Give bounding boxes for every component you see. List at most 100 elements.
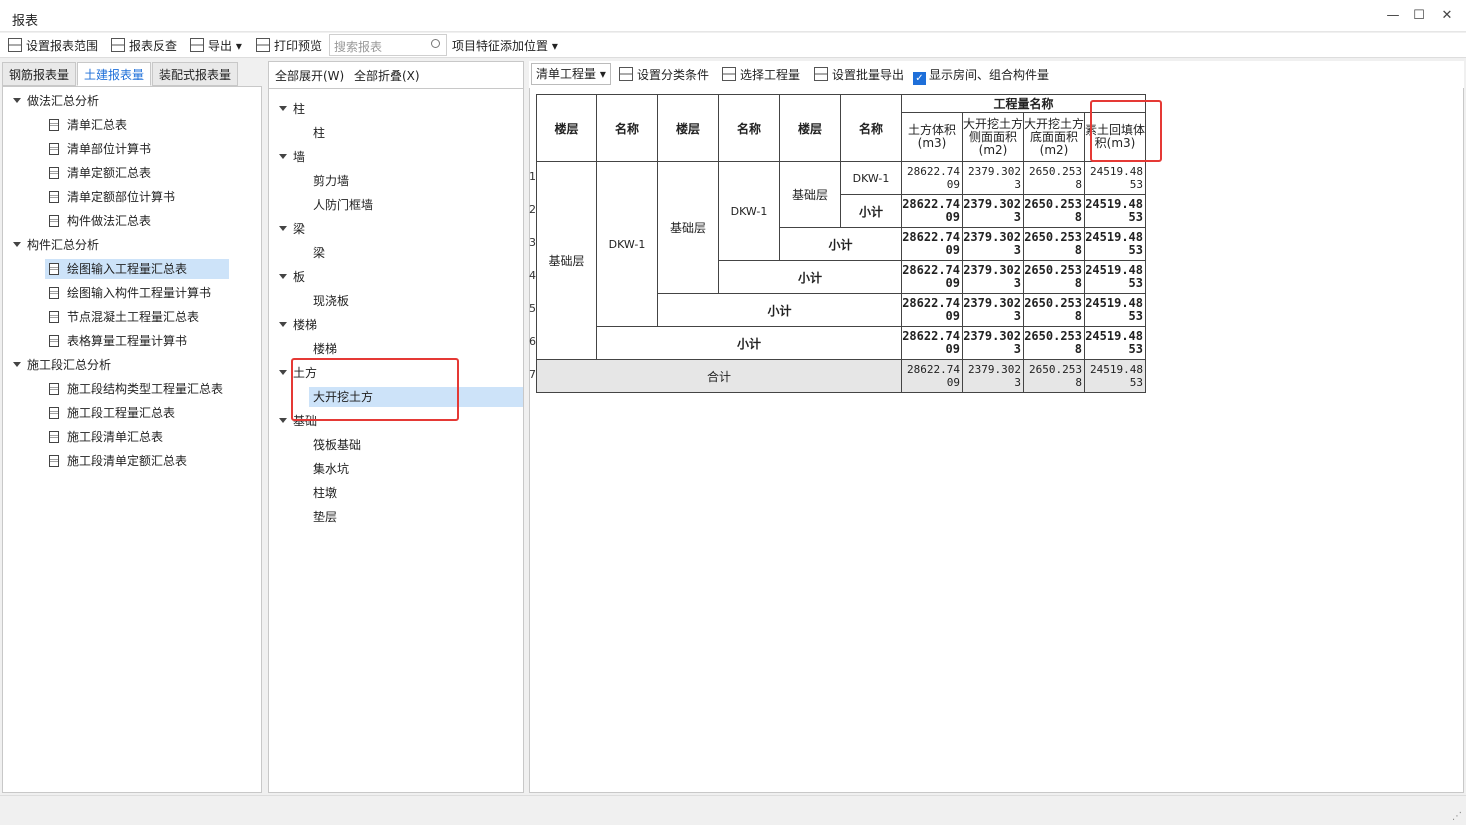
item-label: 清单汇总表 [67, 118, 128, 132]
group-label: 板 [293, 270, 306, 284]
header-floor: 楼层 [536, 94, 597, 162]
tree-item[interactable]: 人防门框墙 [313, 195, 373, 215]
tree-item[interactable]: 施工段清单汇总表 [49, 427, 163, 447]
tree-item[interactable]: 剪力墙 [313, 171, 349, 191]
tree-item[interactable]: 节点混凝土工程量汇总表 [49, 307, 199, 327]
tree-item[interactable]: 清单汇总表 [49, 115, 127, 135]
close-button[interactable]: ✕ [1438, 7, 1456, 25]
tree-item-selected[interactable]: 绘图输入工程量汇总表 [45, 259, 229, 279]
classify-button[interactable]: 设置分类条件 [619, 66, 709, 84]
tab-civil[interactable]: 土建报表量 [77, 62, 152, 86]
minimize-button[interactable]: — [1384, 7, 1402, 25]
tree-item[interactable]: 施工段结构类型工程量汇总表 [49, 379, 223, 399]
group-label: 施工段汇总分析 [27, 358, 112, 372]
item-label: 清单定额部位计算书 [67, 190, 176, 204]
cell-value: 24519.4853 [1084, 260, 1146, 294]
cell-value: 28622.7409 [901, 227, 963, 261]
print-label: 打印预览 [274, 39, 323, 53]
search-icon[interactable] [431, 39, 440, 48]
window-title: 报表 [12, 14, 39, 29]
cell-value: 2650.2538 [1023, 227, 1085, 261]
resize-grip-icon[interactable]: ⋰ [1452, 811, 1462, 822]
header-name: 名称 [718, 94, 780, 162]
cell-value: 2650.2538 [1023, 293, 1085, 327]
tree-group-section[interactable]: 施工段汇总分析 [13, 355, 111, 375]
cell-subtotal: 小计 [779, 227, 902, 261]
group-label: 梁 [293, 222, 306, 236]
cell-value: 28622.7409 [901, 359, 963, 393]
table-icon [111, 38, 125, 52]
document-icon [49, 407, 59, 419]
export-button[interactable]: 导出 ▾ [190, 37, 242, 55]
tree-item[interactable]: 筏板基础 [313, 435, 361, 455]
classify-label: 设置分类条件 [637, 68, 710, 82]
tree-item[interactable]: 构件做法汇总表 [49, 211, 151, 231]
report-tree: 做法汇总分析 清单汇总表 清单部位计算书 清单定额汇总表 清单定额部位计算书 构… [3, 87, 261, 792]
cell-value: 24519.4853 [1084, 194, 1146, 228]
tab-prefab[interactable]: 装配式报表量 [152, 62, 239, 86]
tree-item[interactable]: 施工段工程量汇总表 [49, 403, 175, 423]
row-number: 4 [529, 269, 536, 282]
chevron-down-icon [279, 106, 287, 111]
item-label: 绘图输入构件工程量计算书 [67, 286, 212, 300]
cell-subtotal: 小计 [840, 194, 902, 228]
tree-item[interactable]: 清单部位计算书 [49, 139, 151, 159]
tree-item[interactable]: 现浇板 [313, 291, 349, 311]
batch-export-button[interactable]: 设置批量导出 [814, 66, 904, 84]
group-label: 楼梯 [293, 318, 318, 332]
set-range-button[interactable]: 设置报表范围 [8, 37, 98, 55]
reverse-check-button[interactable]: 报表反查 [111, 37, 177, 55]
tree-group-beam[interactable]: 梁 [279, 219, 305, 239]
tree-item[interactable]: 柱 [313, 123, 325, 143]
cell-name: DKW-1 [596, 161, 658, 327]
document-icon [49, 167, 59, 179]
cell-value: 28622.7409 [901, 194, 963, 228]
chevron-down-icon [279, 154, 287, 159]
tree-item[interactable]: 柱墩 [313, 483, 337, 503]
feature-position-button[interactable]: 项目特征添加位置 ▾ [452, 37, 558, 55]
set-range-label: 设置报表范围 [26, 39, 99, 53]
tree-group-stair[interactable]: 楼梯 [279, 315, 317, 335]
tree-item[interactable]: 表格算量工程量计算书 [49, 331, 187, 351]
cell-value: 2379.3023 [962, 161, 1024, 195]
checkbox-checked-icon: ✓ [913, 72, 926, 85]
print-preview-button[interactable]: 打印预览 [256, 37, 322, 55]
item-label: 构件做法汇总表 [67, 214, 152, 228]
quantity-type-select[interactable]: 清单工程量 ▾ [531, 63, 611, 85]
tree-item[interactable]: 施工段清单定额汇总表 [49, 451, 187, 471]
maximize-button[interactable]: ☐ [1410, 7, 1428, 25]
tree-item[interactable]: 楼梯 [313, 339, 337, 359]
tree-group-method[interactable]: 做法汇总分析 [13, 91, 99, 111]
show-room-checkbox[interactable]: ✓ 显示房间、组合构件量 [913, 66, 1050, 85]
tree-group-component[interactable]: 构件汇总分析 [13, 235, 99, 255]
expand-all-button[interactable]: 全部展开(W) [275, 67, 344, 85]
chevron-down-icon [13, 98, 21, 103]
tree-item[interactable]: 绘图输入构件工程量计算书 [49, 283, 211, 303]
component-tree-panel: 柱 柱 墙 剪力墙 人防门框墙 梁 梁 板 现浇板 楼梯 楼梯 土方 大开挖土方… [268, 88, 524, 793]
group-label: 做法汇总分析 [27, 94, 100, 108]
tab-rebar[interactable]: 钢筋报表量 [2, 62, 77, 86]
document-icon [49, 215, 59, 227]
tree-group-column[interactable]: 柱 [279, 99, 305, 119]
tree-item[interactable]: 垫层 [313, 507, 337, 527]
document-icon [49, 143, 59, 155]
collapse-all-button[interactable]: 全部折叠(X) [354, 67, 420, 85]
search-input[interactable]: 搜索报表 [329, 34, 447, 56]
cell-subtotal: 小计 [718, 260, 902, 294]
report-table: 楼层 名称 楼层 名称 楼层 名称 工程量名称 土方体积(m3) 大开挖土方侧面… [536, 94, 1146, 393]
select-qty-label: 选择工程量 [740, 68, 801, 82]
tree-group-slab[interactable]: 板 [279, 267, 305, 287]
tree-group-wall[interactable]: 墙 [279, 147, 305, 167]
tree-item[interactable]: 梁 [313, 243, 325, 263]
cell-floor: 基础层 [779, 161, 841, 228]
chevron-down-icon [13, 362, 21, 367]
cell-floor: 基础层 [536, 161, 597, 360]
show-room-label: 显示房间、组合构件量 [929, 68, 1050, 82]
main-toolbar: 设置报表范围 报表反查 导出 ▾ 打印预览 项目特征添加位置 ▾ [0, 33, 1466, 58]
feature-label: 项目特征添加位置 [452, 39, 549, 53]
tree-item[interactable]: 集水坑 [313, 459, 349, 479]
select-quantity-button[interactable]: 选择工程量 [722, 66, 800, 84]
chevron-down-icon [279, 370, 287, 375]
tree-item[interactable]: 清单定额部位计算书 [49, 187, 175, 207]
tree-item[interactable]: 清单定额汇总表 [49, 163, 151, 183]
